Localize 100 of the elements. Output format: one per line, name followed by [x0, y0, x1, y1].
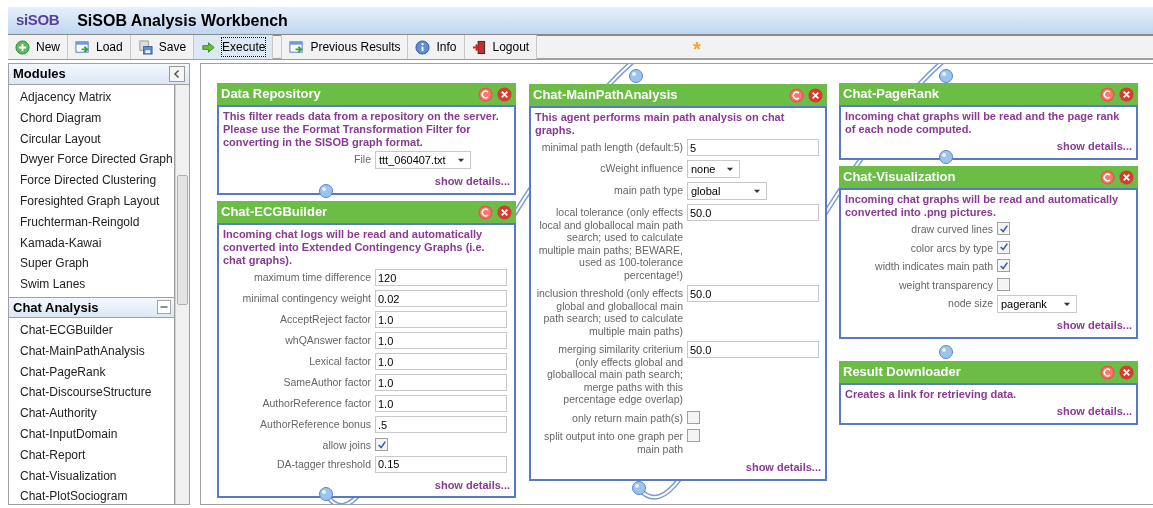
- checkbox[interactable]: [997, 259, 1010, 272]
- input-field[interactable]: 50.0: [687, 285, 819, 302]
- connector-terminal: [938, 68, 954, 84]
- connector-terminal: [628, 68, 644, 84]
- module-list-item[interactable]: Kamada-Kawai: [20, 232, 174, 254]
- module-list-item[interactable]: Chat-Report: [20, 444, 174, 466]
- close-icon: [1119, 86, 1134, 102]
- dropdown[interactable]: pagerank: [997, 295, 1077, 313]
- input-field[interactable]: 0.02: [375, 290, 507, 307]
- input-field[interactable]: 5: [687, 139, 819, 156]
- field-label: merging similarity criterium (only effects global and globallocal main path search; merge paths with this percentage edge overlap): [546, 342, 683, 406]
- field-label: allow joins: [321, 438, 371, 452]
- app-logo: siSOB: [16, 10, 60, 31]
- close-icon: [497, 204, 512, 220]
- input-field[interactable]: 120: [375, 269, 507, 286]
- module-list-item[interactable]: Fruchterman-Reingold: [20, 211, 174, 233]
- toolbar-button[interactable]: Previous Results: [281, 35, 409, 59]
- show-details-link[interactable]: show details...: [745, 459, 821, 476]
- field-label: whQAnswer factor: [284, 333, 371, 347]
- module-list-item[interactable]: Foresighted Graph Layout: [20, 191, 174, 212]
- module-list-item[interactable]: Chat-InputDomain: [20, 423, 174, 445]
- window-title: SiSOB Analysis Workbench: [77, 10, 288, 31]
- module-list-item[interactable]: Force Directed Clustering: [20, 170, 174, 191]
- input-field[interactable]: 50.0: [687, 341, 819, 358]
- reset-icon: [478, 204, 493, 220]
- field-label: weight transparency: [898, 277, 993, 291]
- show-details-link[interactable]: show details...: [434, 173, 510, 190]
- toolbar-button[interactable]: Logout: [464, 35, 538, 59]
- field-label: draw curved lines: [910, 222, 993, 236]
- connector-terminal: [938, 344, 954, 360]
- input-field[interactable]: .5: [375, 416, 507, 433]
- connector-terminal: [631, 480, 647, 496]
- field-label: minimal contingency weight: [241, 291, 371, 305]
- checkbox[interactable]: [687, 429, 700, 442]
- field-label: local tolerance (only effects local and globallocal main path search; used to calculate multiple main paths; BEWARE, used as 100-tolerance percentage!): [537, 205, 683, 281]
- reset-icon: [1100, 169, 1115, 185]
- module-list-item[interactable]: Chat-PageRank: [20, 361, 174, 383]
- module-description: Incoming chat graphs will be read and automatically converted into .png pictures.: [845, 193, 1120, 219]
- toolbar-button[interactable]: Info: [408, 35, 465, 59]
- field-label: AuthorReference bonus: [259, 417, 371, 431]
- input-field[interactable]: 1.0: [375, 353, 507, 370]
- show-details-link[interactable]: show details...: [1056, 317, 1132, 334]
- dropdown[interactable]: ttt_060407.txt: [375, 151, 471, 169]
- show-details-link[interactable]: show details...: [1056, 403, 1132, 420]
- door-icon: [471, 39, 487, 55]
- module-header: Chat-Visualization: [839, 166, 1138, 188]
- unsaved-indicator: *: [693, 39, 701, 59]
- module-list-item[interactable]: Adjacency Matrix: [20, 87, 174, 108]
- field-label: inclusion threshold (only effects global and globallocal main path search; used to calculate multiple main paths): [535, 286, 683, 337]
- module-description: This filter reads data from a repository on the server. Please use the Format Transformation Filter for converting in the SISOB graph format.: [223, 110, 500, 149]
- input-field[interactable]: 1.0: [375, 374, 507, 391]
- field-label: Lexical factor: [308, 354, 371, 368]
- reset-icon: [789, 87, 804, 103]
- module-list-item[interactable]: Dwyer Force Directed Graph: [20, 149, 174, 171]
- checkbox[interactable]: [375, 438, 388, 451]
- dropdown[interactable]: global: [687, 182, 767, 200]
- field-label: width indicates main path: [874, 259, 993, 273]
- module-list-item[interactable]: Chat-PlotSociogram: [20, 486, 174, 504]
- module-list-item[interactable]: Chat-Authority: [20, 403, 174, 424]
- module-list-item[interactable]: Chat-MainPathAnalysis: [20, 340, 174, 362]
- checkbox[interactable]: [997, 222, 1010, 235]
- toolbar-button[interactable]: Load: [68, 35, 131, 59]
- module-header: Chat-ECGBuilder: [217, 201, 516, 223]
- reset-icon: [1100, 86, 1115, 102]
- input-field[interactable]: 1.0: [375, 311, 507, 328]
- show-details-link[interactable]: show details...: [434, 476, 510, 493]
- module-list-item[interactable]: Chat-ECGBuilder: [20, 319, 174, 341]
- toolbar-button[interactable]: Execute: [194, 35, 274, 59]
- module-list-item[interactable]: Chat-DiscourseStructure: [20, 382, 174, 404]
- module-list-item[interactable]: Super Graph: [20, 253, 174, 275]
- arrow-icon: [201, 39, 217, 55]
- checkbox[interactable]: [687, 410, 700, 424]
- group-header[interactable]: Chat Analysis: [9, 296, 175, 318]
- dropdown[interactable]: none: [687, 160, 741, 178]
- input-field[interactable]: 1.0: [375, 395, 507, 412]
- input-field[interactable]: 50.0: [687, 204, 819, 221]
- module-header: Chat-PageRank: [839, 83, 1138, 105]
- show-details-link[interactable]: show details...: [1056, 138, 1132, 155]
- module-list-item[interactable]: Chat-Visualization: [20, 465, 174, 487]
- input-field[interactable]: 0.15: [375, 455, 507, 473]
- field-label: AuthorReference factor: [261, 396, 371, 410]
- module-list-item[interactable]: Circular Layout: [20, 128, 174, 150]
- group-header[interactable]: Modules: [9, 64, 189, 85]
- close-icon: [1119, 169, 1134, 185]
- scrollbar[interactable]: [175, 85, 189, 504]
- module-list-item[interactable]: Swim Lanes: [20, 274, 174, 295]
- close-icon: [808, 87, 823, 103]
- input-field[interactable]: 1.0: [375, 332, 507, 349]
- toolbar-button[interactable]: New: [8, 35, 68, 59]
- field-label: only return main path(s): [571, 410, 683, 424]
- field-label: DA-tagger threshold: [276, 456, 371, 470]
- checkbox[interactable]: [997, 277, 1010, 291]
- plus-icon: [15, 39, 30, 55]
- module-header: Chat-MainPathAnalysis: [529, 84, 827, 106]
- module-description: Creates a link for retrieving data.: [845, 388, 1018, 401]
- checkbox[interactable]: [997, 240, 1010, 254]
- scrollbar-thumb[interactable]: [177, 175, 188, 305]
- module-list-item[interactable]: Chord Diagram: [20, 107, 174, 129]
- close-icon: [1119, 364, 1134, 380]
- toolbar-button[interactable]: Save: [130, 35, 195, 59]
